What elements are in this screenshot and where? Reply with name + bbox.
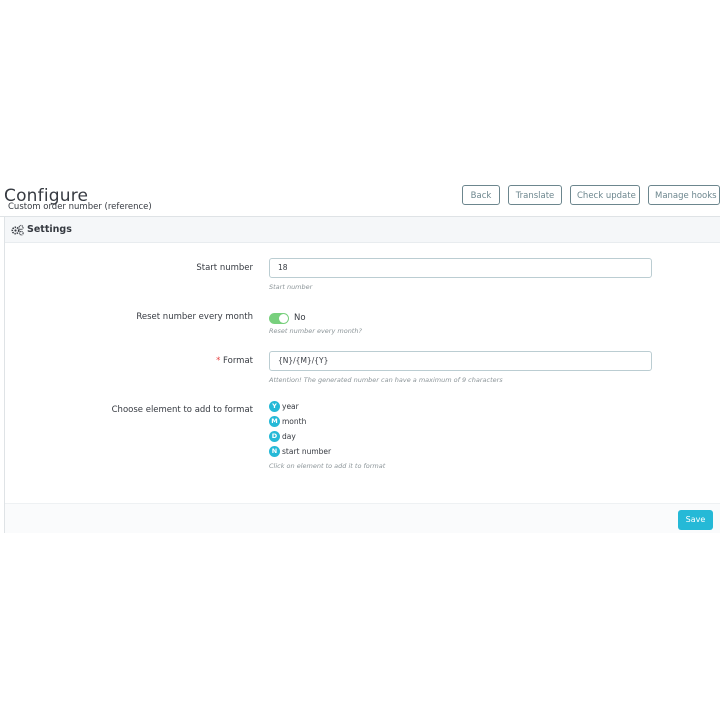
check-update-button[interactable]: Check update — [570, 185, 640, 205]
translate-button[interactable]: Translate — [508, 185, 562, 205]
required-mark: * — [216, 356, 221, 366]
format-label-text: Format — [223, 356, 253, 366]
toolbar: Back Translate Check update Manage hooks — [0, 185, 720, 207]
element-label: year — [282, 402, 299, 411]
panel-footer: Save — [5, 503, 720, 533]
reset-monthly-help: Reset number every month? — [269, 327, 362, 335]
element-letter-badge: N — [269, 446, 280, 457]
start-number-help: Start number — [269, 283, 313, 291]
element-label: start number — [282, 447, 332, 456]
gears-icon — [11, 224, 24, 236]
save-button[interactable]: Save — [678, 510, 713, 530]
panel-heading: Settings — [5, 217, 720, 243]
element-label: day — [282, 432, 296, 441]
reset-monthly-toggle[interactable] — [269, 313, 289, 324]
settings-panel: Settings Start number 18 Start number Re… — [4, 217, 720, 533]
element-letter-badge: M — [269, 416, 280, 427]
format-label: * Format — [216, 356, 253, 366]
manage-hooks-button[interactable]: Manage hooks — [648, 185, 720, 205]
start-number-input[interactable]: 18 — [269, 258, 652, 278]
element-letter-badge: Y — [269, 401, 280, 412]
start-number-label: Start number — [196, 263, 253, 273]
toggle-knob — [279, 314, 288, 323]
element-letter-badge: D — [269, 431, 280, 442]
panel-title: Settings — [27, 224, 72, 235]
format-help: Attention! The generated number can have… — [269, 376, 503, 384]
elements-help: Click on element to add it to format — [269, 462, 386, 470]
format-input[interactable]: {N}/{M}/{Y} — [269, 351, 652, 371]
elements-label: Choose element to add to format — [111, 405, 253, 415]
reset-monthly-label: Reset number every month — [136, 312, 253, 322]
element-label: month — [282, 417, 307, 426]
reset-monthly-state: No — [294, 313, 306, 323]
back-button[interactable]: Back — [462, 185, 500, 205]
